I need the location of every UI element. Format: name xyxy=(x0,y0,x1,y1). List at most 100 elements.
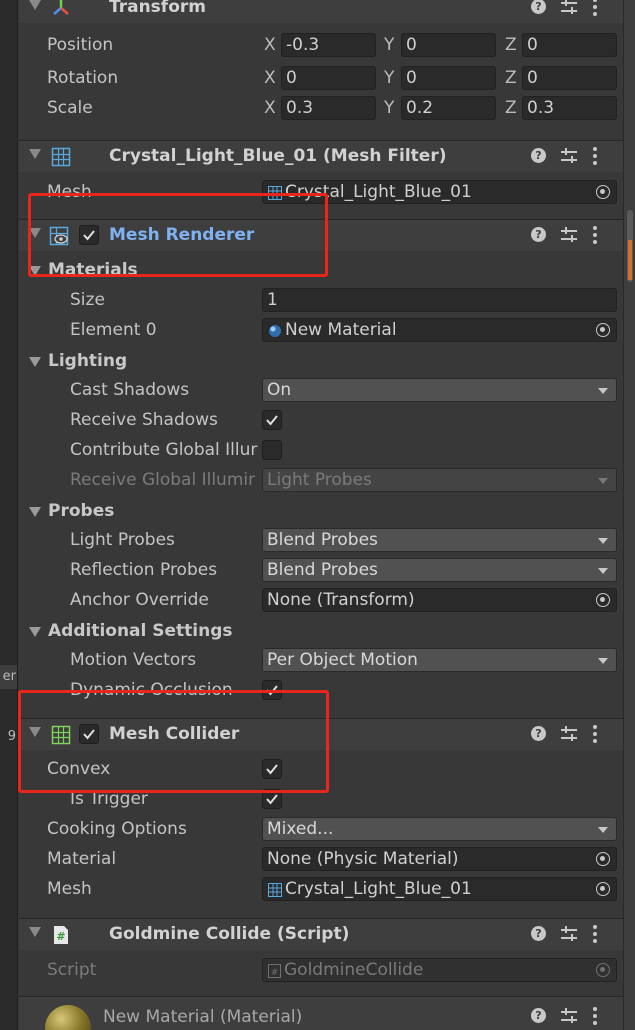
left-panel-strip: er 9 xyxy=(0,0,18,1030)
scale-x-label[interactable]: X xyxy=(264,98,276,118)
mesh-collider-header[interactable]: Mesh Collider ? xyxy=(19,718,623,750)
preset-icon[interactable] xyxy=(561,925,577,943)
more-menu-icon[interactable] xyxy=(593,226,597,244)
dropdown-arrow-icon xyxy=(598,538,608,544)
more-menu-icon[interactable] xyxy=(593,925,597,943)
scale-z-field[interactable]: 0.3 xyxy=(522,96,617,120)
element0-field[interactable]: New Material xyxy=(262,318,617,342)
mesh-collider-fold-arrow[interactable] xyxy=(29,727,41,737)
scale-x-field[interactable]: 0.3 xyxy=(281,96,376,120)
rotation-y-field[interactable]: 0 xyxy=(401,66,496,90)
more-menu-icon[interactable] xyxy=(593,0,597,16)
collider-mesh-label: Mesh xyxy=(47,879,92,899)
help-icon[interactable]: ? xyxy=(531,227,546,242)
cooking-options-dropdown[interactable]: Mixed... xyxy=(262,817,617,841)
object-picker-icon[interactable] xyxy=(596,852,610,866)
object-picker-icon[interactable] xyxy=(596,185,610,199)
probes-label[interactable]: Probes xyxy=(48,501,114,521)
convex-checkbox[interactable] xyxy=(262,759,282,779)
mesh-collider-header-buttons: ? xyxy=(531,725,611,745)
script-fold-arrow[interactable] xyxy=(29,927,41,937)
script-header[interactable]: # Goldmine Collide (Script) ? xyxy=(19,918,623,950)
mesh-renderer-fold-arrow[interactable] xyxy=(29,228,41,238)
additional-settings-label[interactable]: Additional Settings xyxy=(48,621,233,641)
object-picker-icon xyxy=(596,963,610,977)
preset-icon[interactable] xyxy=(561,725,577,743)
materials-size-field[interactable]: 1 xyxy=(262,288,617,312)
lighting-fold-arrow[interactable] xyxy=(29,357,41,367)
object-picker-icon[interactable] xyxy=(596,882,610,896)
rotation-x-label[interactable]: X xyxy=(264,68,276,88)
position-y-label[interactable]: Y xyxy=(384,35,394,55)
anchor-override-field[interactable]: None (Transform) xyxy=(262,588,617,612)
rotation-z-label[interactable]: Z xyxy=(505,68,517,88)
additional-settings-fold-arrow[interactable] xyxy=(29,627,41,637)
vertical-scrollbar[interactable] xyxy=(623,0,635,1030)
mesh-filter-mesh-field[interactable]: Crystal_Light_Blue_01 xyxy=(262,180,617,204)
mesh-filter-fold-arrow[interactable] xyxy=(29,149,41,159)
object-picker-icon[interactable] xyxy=(596,323,610,337)
scale-z-label[interactable]: Z xyxy=(505,98,517,118)
is-trigger-checkbox[interactable] xyxy=(262,789,282,809)
preset-icon[interactable] xyxy=(561,0,577,16)
rotation-label: Rotation xyxy=(47,68,119,88)
cast-shadows-dropdown[interactable]: On xyxy=(262,378,617,402)
position-x-field[interactable]: -0.3 xyxy=(281,33,376,57)
transform-axis-icon xyxy=(53,0,69,15)
rotation-z-field[interactable]: 0 xyxy=(522,66,617,90)
checkmark-icon xyxy=(83,729,95,740)
mesh-collider-enabled-checkbox[interactable] xyxy=(79,724,99,744)
collider-mesh-field[interactable]: Crystal_Light_Blue_01 xyxy=(262,877,617,901)
object-picker-icon[interactable] xyxy=(596,593,610,607)
position-z-field[interactable]: 0 xyxy=(522,33,617,57)
transform-fold-arrow[interactable] xyxy=(29,0,41,10)
probes-fold-arrow[interactable] xyxy=(29,507,41,517)
collider-material-field[interactable]: None (Physic Material) xyxy=(262,847,617,871)
cast-shadows-label: Cast Shadows xyxy=(70,380,190,400)
reflection-probes-dropdown[interactable]: Blend Probes xyxy=(262,558,617,582)
dropdown-arrow-icon xyxy=(598,827,608,833)
dynamic-occlusion-checkbox[interactable] xyxy=(262,680,282,700)
mesh-collider-title: Mesh Collider xyxy=(109,724,240,744)
preset-icon[interactable] xyxy=(561,226,577,244)
motion-vectors-dropdown[interactable]: Per Object Motion xyxy=(262,648,617,672)
rotation-x-field[interactable]: 0 xyxy=(281,66,376,90)
checkmark-icon xyxy=(266,685,278,696)
mesh-renderer-header[interactable]: Mesh Renderer ? xyxy=(19,219,623,251)
receive-shadows-checkbox[interactable] xyxy=(262,410,282,430)
position-y-field[interactable]: 0 xyxy=(401,33,496,57)
contribute-gi-checkbox[interactable] xyxy=(262,440,282,460)
left-tab-1[interactable]: er xyxy=(0,665,17,689)
materials-fold-arrow[interactable] xyxy=(29,266,41,276)
preset-icon[interactable] xyxy=(561,1007,577,1025)
reflection-probes-value: Blend Probes xyxy=(267,560,378,580)
dynamic-occlusion-label: Dynamic Occlusion xyxy=(70,680,233,700)
lighting-label[interactable]: Lighting xyxy=(48,351,127,371)
help-icon[interactable]: ? xyxy=(531,0,546,14)
help-icon[interactable]: ? xyxy=(531,148,546,163)
scale-label: Scale xyxy=(47,98,93,118)
help-icon[interactable]: ? xyxy=(531,926,546,941)
scale-y-field[interactable]: 0.2 xyxy=(401,96,496,120)
material-header[interactable]: New Material (Material) ? xyxy=(19,997,623,1030)
position-x-label[interactable]: X xyxy=(264,35,276,55)
help-icon[interactable]: ? xyxy=(531,1008,546,1023)
position-z-label[interactable]: Z xyxy=(505,35,517,55)
mesh-filter-mesh-label: Mesh xyxy=(47,182,92,202)
help-icon[interactable]: ? xyxy=(531,726,546,741)
transform-header[interactable]: Transform ? xyxy=(19,0,623,23)
scale-y-label[interactable]: Y xyxy=(384,98,394,118)
more-menu-icon[interactable] xyxy=(593,147,597,165)
motion-vectors-label: Motion Vectors xyxy=(70,650,197,670)
light-probes-label: Light Probes xyxy=(70,530,175,550)
preset-icon[interactable] xyxy=(561,147,577,165)
more-menu-icon[interactable] xyxy=(593,1007,597,1025)
mesh-renderer-enabled-checkbox[interactable] xyxy=(79,225,99,245)
checkmark-icon xyxy=(83,230,95,241)
more-menu-icon[interactable] xyxy=(593,725,597,743)
mesh-filter-header[interactable]: Crystal_Light_Blue_01 (Mesh Filter) ? xyxy=(19,140,623,172)
light-probes-dropdown[interactable]: Blend Probes xyxy=(262,528,617,552)
materials-label[interactable]: Materials xyxy=(48,260,138,276)
mesh-collider-icon xyxy=(51,725,71,745)
rotation-y-label[interactable]: Y xyxy=(384,68,394,88)
